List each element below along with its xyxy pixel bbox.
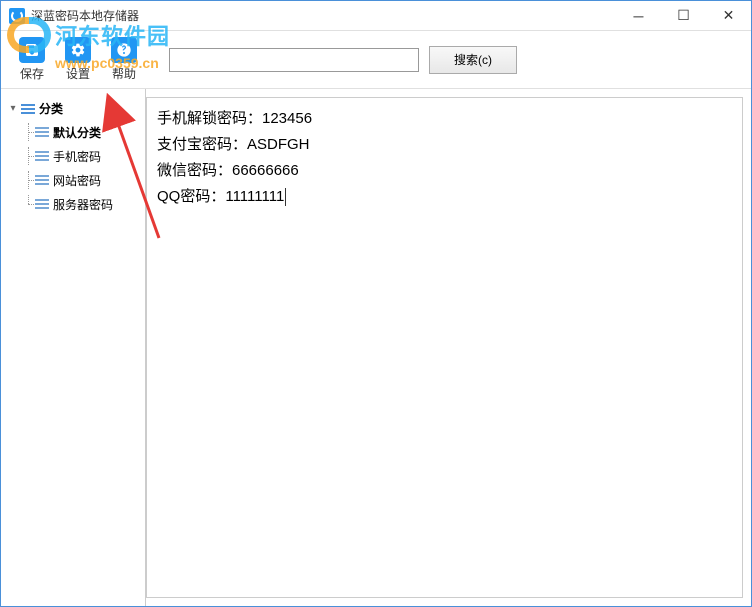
close-button[interactable]: ✕ — [706, 1, 751, 30]
sidebar: ▾ 分类 默认分类 手机密码 网站密码 — [1, 89, 146, 606]
sidebar-item-label: 网站密码 — [53, 172, 101, 189]
content-line: QQ密码：11111111 — [157, 184, 732, 210]
category-root-label: 分类 — [39, 100, 63, 117]
editor-area[interactable]: 手机解锁密码：123456 支付宝密码：ASDFGH 微信密码：66666666… — [146, 97, 743, 598]
app-window: 河东软件园 www.pc0359.cn 深蓝密码本地存储器 ─ ☐ ✕ 保存 设… — [0, 0, 752, 607]
app-icon — [9, 8, 25, 24]
help-icon — [111, 37, 137, 63]
sidebar-item-phone[interactable]: 手机密码 — [21, 144, 141, 168]
search-area: 搜索(c) — [169, 46, 741, 74]
content-line: 手机解锁密码：123456 — [157, 106, 732, 132]
settings-button[interactable]: 设置 — [57, 35, 99, 84]
gear-icon — [65, 37, 91, 63]
content-line: 支付宝密码：ASDFGH — [157, 132, 732, 158]
sidebar-item-default[interactable]: 默认分类 — [21, 120, 141, 144]
sidebar-item-label: 手机密码 — [53, 148, 101, 165]
list-icon — [35, 175, 49, 185]
list-icon — [35, 199, 49, 209]
collapse-icon[interactable]: ▾ — [7, 103, 19, 115]
titlebar: 深蓝密码本地存储器 ─ ☐ ✕ — [1, 1, 751, 31]
help-button[interactable]: 帮助 — [103, 35, 145, 84]
list-icon — [35, 127, 49, 137]
maximize-button[interactable]: ☐ — [661, 1, 706, 30]
save-button[interactable]: 保存 — [11, 35, 53, 84]
help-label: 帮助 — [112, 65, 136, 82]
sidebar-item-server[interactable]: 服务器密码 — [21, 192, 141, 216]
category-list: 默认分类 手机密码 网站密码 服务器密码 — [21, 120, 141, 216]
category-root[interactable]: ▾ 分类 — [5, 97, 141, 120]
save-label: 保存 — [20, 65, 44, 82]
text-cursor — [285, 188, 286, 206]
list-icon — [35, 151, 49, 161]
settings-label: 设置 — [66, 65, 90, 82]
list-icon — [21, 104, 35, 114]
search-button[interactable]: 搜索(c) — [429, 46, 517, 74]
save-icon — [19, 37, 45, 63]
minimize-button[interactable]: ─ — [616, 1, 661, 30]
sidebar-item-label: 默认分类 — [53, 124, 101, 141]
sidebar-item-label: 服务器密码 — [53, 196, 113, 213]
window-title: 深蓝密码本地存储器 — [31, 7, 616, 24]
content-area: ▾ 分类 默认分类 手机密码 网站密码 — [1, 89, 751, 606]
search-input[interactable] — [169, 48, 419, 72]
toolbar: 保存 设置 帮助 搜索(c) — [1, 31, 751, 89]
content-line: 微信密码：66666666 — [157, 158, 732, 184]
sidebar-item-website[interactable]: 网站密码 — [21, 168, 141, 192]
